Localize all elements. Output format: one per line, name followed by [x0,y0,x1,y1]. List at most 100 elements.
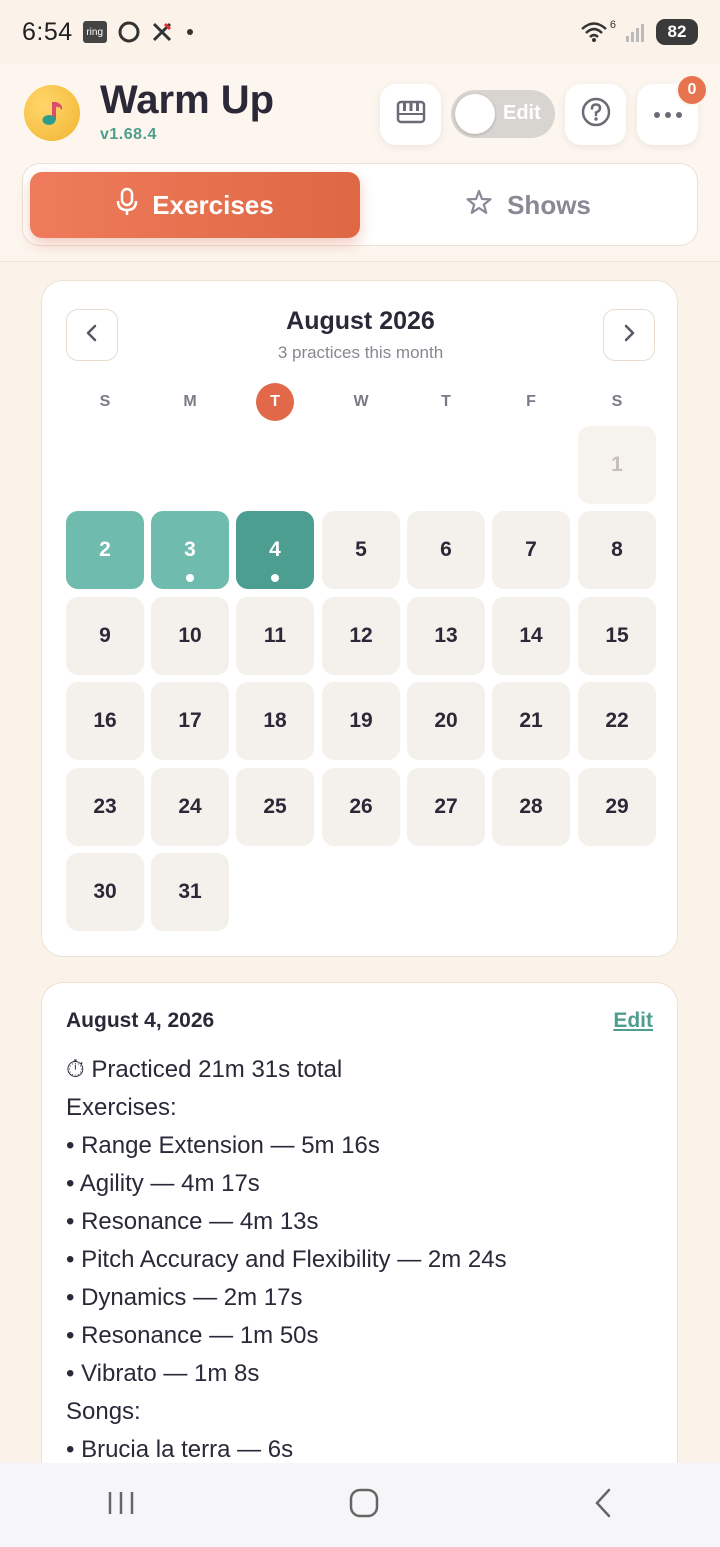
weekday-label: S [611,393,623,410]
calendar-day-number: 20 [434,709,458,732]
calendar-day[interactable]: 2 [66,511,144,589]
weekday-label: S [99,393,111,410]
calendar-day[interactable]: 6 [407,511,485,589]
month-practice-count: 3 practices this month [277,343,444,362]
calendar-day-number: 31 [178,880,202,903]
calendar-day[interactable]: 31 [151,853,229,931]
sync-icon [117,20,141,44]
calendar-day[interactable]: 4 [236,511,314,589]
calendar-day-number: 23 [93,795,117,818]
next-month-button[interactable] [603,309,655,361]
mode-tabs: Exercises Shows [22,163,698,246]
edit-toggle[interactable]: Edit [451,90,555,138]
back-button[interactable] [592,1487,614,1524]
summary-line: • Resonance — 1m 50s [66,1322,319,1349]
calendar-day[interactable]: 1 [578,426,656,504]
calendar-day-number: 12 [349,624,373,647]
recent-apps-button[interactable] [106,1489,136,1522]
menu-badge: 0 [676,74,708,106]
calendar-day-number: 18 [263,709,287,732]
music-note-icon [24,85,80,141]
calendar-day[interactable]: 24 [151,768,229,846]
weekday-label: M [183,393,197,410]
chevron-right-icon [622,323,636,348]
app-title: Warm Up [100,78,275,122]
calendar-day-number: 14 [519,624,543,647]
battery-indicator: 82 [656,19,698,45]
star-icon [465,188,493,223]
calendar-day-number: 13 [434,624,458,647]
calendar-day-number: 27 [434,795,458,818]
wifi-icon [580,20,610,44]
calendar-day[interactable]: 8 [578,511,656,589]
calendar-day[interactable]: 11 [236,597,314,675]
tab-exercises[interactable]: Exercises [30,172,360,238]
calendar-day[interactable]: 25 [236,768,314,846]
calendar-day-number: 19 [349,709,373,732]
calendar-day[interactable]: 3 [151,511,229,589]
calendar-day-number: 6 [440,538,452,561]
calendar-day[interactable]: 18 [236,682,314,760]
calendar-card: August 2026 3 practices this month S M T W T… [41,280,678,957]
calendar-day[interactable]: 21 [492,682,570,760]
help-button[interactable] [565,84,626,145]
calendar-day[interactable]: 5 [322,511,400,589]
calendar-day[interactable]: 10 [151,597,229,675]
status-bar: 6:54 ring 6 82 [0,0,720,64]
calendar-day[interactable]: 19 [322,682,400,760]
toggle-knob [455,94,495,134]
x-app-icon [151,21,173,43]
tab-exercises-label: Exercises [152,189,274,220]
tab-shows[interactable]: Shows [363,172,693,238]
weekday-label: T [256,383,294,421]
calendar-day[interactable]: 17 [151,682,229,760]
calendar-day-number: 7 [525,538,537,561]
home-button[interactable] [348,1487,380,1524]
calendar-day[interactable]: 9 [66,597,144,675]
calendar-day-number: 22 [605,709,629,732]
calendar-day[interactable]: 7 [492,511,570,589]
piano-button[interactable] [380,84,441,145]
signal-icon [624,20,648,44]
calendar-day-number: 2 [99,538,111,561]
calendar-day-number: 9 [99,624,111,647]
app-version: v1.68.4 [100,126,157,143]
more-icon [653,106,683,124]
calendar-day-number: 25 [263,795,287,818]
calendar-day-number: 16 [93,709,117,732]
help-icon [580,96,612,133]
calendar-day[interactable]: 16 [66,682,144,760]
practice-dot-icon [271,574,279,582]
summary-line: • Pitch Accuracy and Flexibility — 2m 24… [66,1246,507,1273]
tab-shows-label: Shows [507,189,591,220]
summary-line: Exercises: [66,1094,177,1121]
calendar-day[interactable]: 23 [66,768,144,846]
calendar-day-number: 4 [269,538,281,561]
calendar-day[interactable]: 28 [492,768,570,846]
detail-edit-link[interactable]: Edit [613,1009,653,1033]
ring-app-icon: ring [82,21,107,43]
calendar-day[interactable]: 12 [322,597,400,675]
summary-line: • Range Extension — 5m 16s [66,1132,380,1159]
summary-line: • Agility — 4m 17s [66,1170,260,1197]
calendar-day[interactable]: 27 [407,768,485,846]
calendar-day[interactable]: 20 [407,682,485,760]
calendar-day[interactable]: 22 [578,682,656,760]
calendar-day[interactable]: 26 [322,768,400,846]
calendar-day-number: 21 [519,709,543,732]
status-time: 6:54 [22,17,73,46]
calendar-day[interactable]: 13 [407,597,485,675]
month-title: August 2026 [286,307,435,335]
calendar-day[interactable]: 15 [578,597,656,675]
calendar-day[interactable]: 30 [66,853,144,931]
practice-summary: ⏱ Practiced 21m 31s total Exercises: • Ran… [66,1051,507,1469]
calendar-day[interactable]: 14 [492,597,570,675]
weekday-label: W [353,393,369,410]
summary-line: • Vibrato — 1m 8s [66,1360,260,1387]
piano-icon [396,100,426,129]
edit-toggle-label: Edit [503,102,541,124]
summary-line: • Resonance — 4m 13s [66,1208,319,1235]
calendar-day-number: 30 [93,880,117,903]
calendar-day[interactable]: 29 [578,768,656,846]
calendar-day-number: 5 [355,538,367,561]
